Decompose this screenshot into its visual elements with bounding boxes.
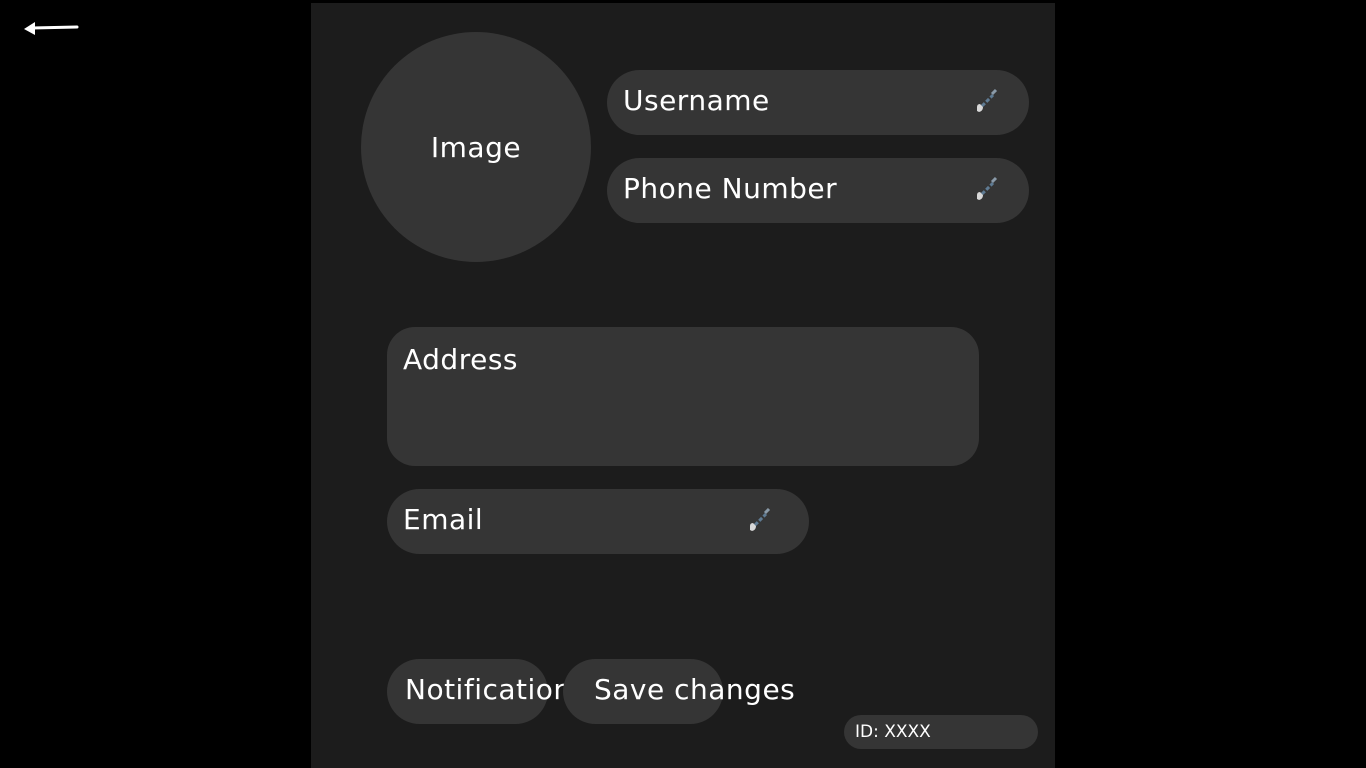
save-changes-button-label: Save changes bbox=[594, 673, 796, 706]
email-field[interactable]: Email bbox=[387, 489, 809, 554]
app-root: Image Username Phone Number Address Emai… bbox=[0, 0, 1366, 768]
username-label: Username bbox=[623, 84, 770, 117]
profile-image[interactable]: Image bbox=[361, 32, 591, 262]
phone-number-edit-button[interactable] bbox=[971, 175, 1001, 205]
phone-number-label: Phone Number bbox=[623, 172, 838, 205]
save-changes-button[interactable]: Save changes bbox=[563, 659, 795, 724]
pencil-icon bbox=[750, 507, 771, 531]
pencil-icon bbox=[977, 88, 998, 112]
username-field[interactable]: Username bbox=[607, 70, 1029, 135]
address-field[interactable]: Address bbox=[387, 327, 979, 466]
user-id-text: ID: XXXX bbox=[855, 722, 931, 742]
profile-panel: Image Username Phone Number Address Emai… bbox=[311, 3, 1055, 768]
notifications-button-label: Notifications bbox=[405, 673, 587, 706]
email-edit-button[interactable] bbox=[744, 506, 774, 536]
user-id-badge: ID: XXXX bbox=[844, 715, 1038, 749]
email-label: Email bbox=[403, 503, 484, 536]
profile-image-label: Image bbox=[430, 130, 522, 164]
address-label: Address bbox=[403, 343, 519, 376]
arrow-left-icon bbox=[24, 22, 79, 35]
pencil-icon bbox=[977, 176, 998, 200]
back-button[interactable] bbox=[20, 16, 82, 42]
username-edit-button[interactable] bbox=[971, 87, 1001, 117]
phone-number-field[interactable]: Phone Number bbox=[607, 158, 1029, 223]
notifications-button[interactable]: Notifications bbox=[387, 659, 586, 724]
